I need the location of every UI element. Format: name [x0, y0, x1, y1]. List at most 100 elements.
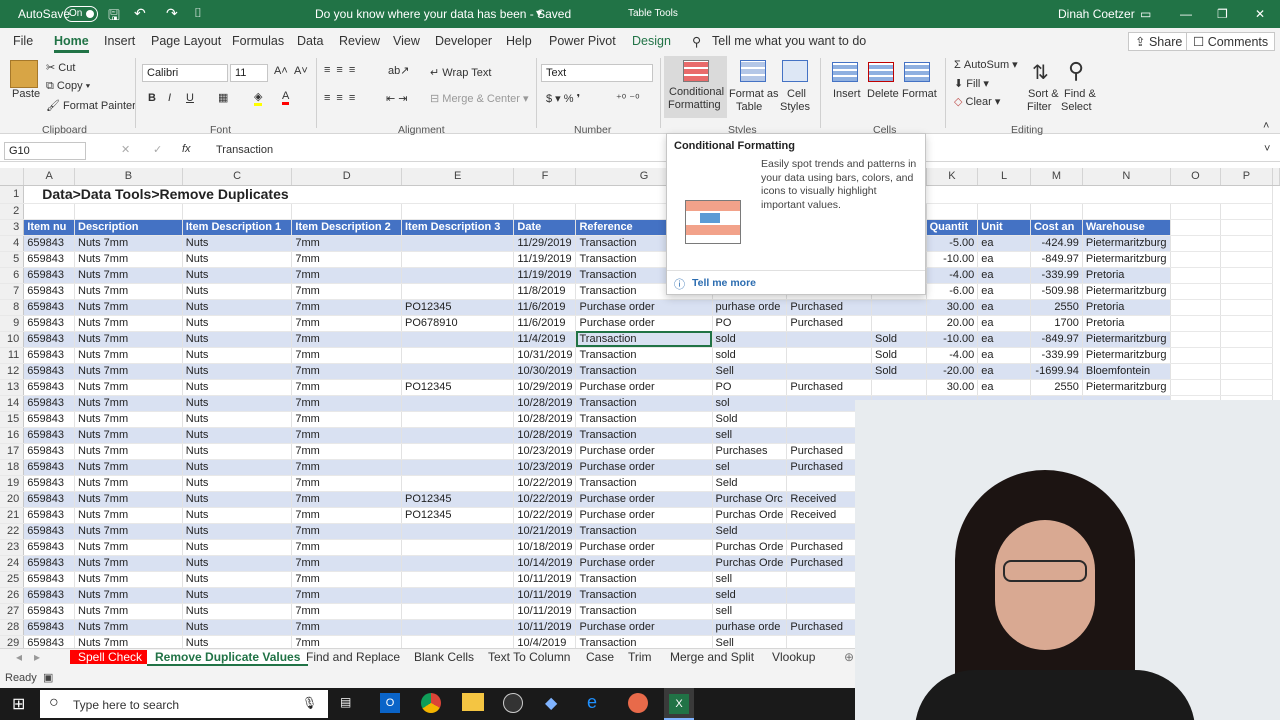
table-cell[interactable]: Nuts 7mm [74, 363, 183, 380]
table-cell[interactable]: PO12345 [401, 507, 515, 524]
formula-input[interactable]: Transaction [216, 144, 273, 156]
table-cell[interactable] [786, 347, 873, 364]
grid-cell[interactable] [74, 203, 183, 220]
table-cell[interactable]: 10/28/2019 [513, 411, 577, 428]
grid-cell[interactable] [1220, 331, 1274, 348]
table-cell[interactable]: 7mm [291, 395, 402, 412]
table-cell[interactable]: 659843 [23, 475, 75, 492]
row-header[interactable]: 3 [0, 219, 25, 236]
ribbon-display-icon[interactable]: ▭ [1140, 7, 1151, 21]
table-cell[interactable] [401, 267, 515, 284]
table-cell[interactable] [401, 331, 515, 348]
table-cell[interactable]: 659843 [23, 443, 75, 460]
table-cell[interactable]: Nuts [182, 603, 293, 620]
grid-cell[interactable] [1220, 251, 1274, 268]
table-cell[interactable]: Nuts [182, 379, 293, 396]
row-header[interactable]: 16 [0, 427, 25, 444]
column-header[interactable]: B [74, 168, 183, 186]
table-cell[interactable]: Purchase order [575, 459, 713, 476]
underline-button[interactable]: U [186, 92, 194, 104]
wrap-text-button[interactable]: ↵ Wrap Text [430, 66, 491, 79]
table-cell[interactable]: Nuts 7mm [74, 395, 183, 412]
sheet-tab-spell-check[interactable]: Spell Check [70, 650, 151, 664]
table-cell[interactable]: 11/8/2019 [513, 283, 577, 300]
column-header[interactable]: K [926, 168, 979, 186]
cancel-icon[interactable]: ✕ [121, 143, 130, 156]
table-cell[interactable]: 7mm [291, 491, 402, 508]
table-cell[interactable]: 7mm [291, 443, 402, 460]
format-as-table-label-1[interactable]: Format as [729, 88, 779, 100]
table-cell[interactable]: Nuts 7mm [74, 299, 183, 316]
table-cell[interactable]: 659843 [23, 395, 75, 412]
table-cell[interactable]: Nuts 7mm [74, 251, 183, 268]
table-cell[interactable]: sell [712, 571, 788, 588]
table-cell[interactable]: purhase orde [712, 299, 788, 316]
table-cell[interactable]: sel [712, 459, 788, 476]
column-header[interactable]: M [1030, 168, 1083, 186]
table-cell[interactable]: PO12345 [401, 299, 515, 316]
table-cell[interactable]: Nuts 7mm [74, 587, 183, 604]
table-cell[interactable]: Nuts 7mm [74, 443, 183, 460]
table-cell[interactable]: purhase orde [712, 619, 788, 636]
table-cell[interactable]: Nuts [182, 587, 293, 604]
table-cell[interactable]: ea [977, 347, 1031, 364]
table-cell[interactable]: Nuts 7mm [74, 507, 183, 524]
delete-cells-button[interactable]: Delete [867, 88, 899, 100]
column-header[interactable]: N [1082, 168, 1171, 186]
table-cell[interactable]: 659843 [23, 619, 75, 636]
table-cell[interactable] [786, 331, 873, 348]
column-header[interactable]: F [513, 168, 577, 186]
sheet-tab-vlookup[interactable]: Vlookup [768, 650, 819, 664]
table-cell[interactable]: Nuts 7mm [74, 315, 183, 332]
table-cell[interactable]: 11/19/2019 [513, 251, 577, 268]
enter-icon[interactable]: ✓ [153, 143, 162, 156]
grid-cell[interactable] [182, 203, 293, 220]
table-cell[interactable]: 2550 [1030, 299, 1083, 316]
row-header[interactable]: 12 [0, 363, 25, 380]
table-cell[interactable]: 10/21/2019 [513, 523, 577, 540]
table-cell[interactable]: Nuts [182, 507, 293, 524]
table-header-cell[interactable]: Quantit [926, 219, 979, 236]
table-cell[interactable]: 659843 [23, 363, 75, 380]
table-cell[interactable]: 659843 [23, 539, 75, 556]
sheet-tab-case[interactable]: Case [582, 650, 618, 664]
tab-insert[interactable]: Insert [104, 34, 135, 48]
title-dropdown-icon[interactable]: ▾ [536, 6, 542, 20]
table-cell[interactable]: Sell [712, 635, 788, 648]
table-cell[interactable]: PO12345 [401, 491, 515, 508]
format-cells-button[interactable]: Format [902, 88, 937, 100]
table-cell[interactable]: ea [977, 363, 1031, 380]
table-cell[interactable]: 7mm [291, 235, 402, 252]
format-painter-button[interactable]: 🖌 Format Painter [46, 99, 136, 112]
format-as-table-label-2[interactable]: Table [736, 101, 762, 113]
table-cell[interactable]: seld [712, 587, 788, 604]
table-cell[interactable]: Nuts [182, 395, 293, 412]
table-cell[interactable]: 10/31/2019 [513, 347, 577, 364]
grid-cell[interactable] [1170, 251, 1221, 268]
table-cell[interactable]: Pietermaritzburg [1082, 347, 1171, 364]
table-cell[interactable]: 659843 [23, 523, 75, 540]
table-cell[interactable]: Transaction [575, 347, 713, 364]
table-cell[interactable]: -509.98 [1030, 283, 1083, 300]
macro-record-icon[interactable]: ▣ [43, 671, 53, 684]
table-cell[interactable]: Nuts [182, 267, 293, 284]
table-cell[interactable]: Nuts [182, 491, 293, 508]
table-cell[interactable]: 7mm [291, 331, 402, 348]
table-cell[interactable]: -5.00 [926, 235, 979, 252]
next-sheet-icon[interactable]: ▸ [30, 650, 44, 664]
table-cell[interactable]: Nuts [182, 363, 293, 380]
table-cell[interactable]: Purchase Orc [712, 491, 788, 508]
table-cell[interactable]: 10/22/2019 [513, 507, 577, 524]
table-cell[interactable]: Nuts 7mm [74, 539, 183, 556]
table-cell[interactable]: Nuts [182, 299, 293, 316]
taskbar-search-box[interactable]: ○ Type here to search 🎙 [40, 690, 328, 718]
tell-me-box[interactable]: Tell me what you want to do [712, 34, 866, 48]
grid-cell[interactable] [926, 203, 979, 220]
table-cell[interactable]: 7mm [291, 315, 402, 332]
sheet-tab-text-to-column[interactable]: Text To Column [484, 650, 574, 664]
paste-icon[interactable] [10, 60, 38, 88]
table-cell[interactable]: Purchase order [575, 491, 713, 508]
comments-button[interactable]: ☐ Comments [1186, 32, 1276, 51]
table-cell[interactable]: 659843 [23, 571, 75, 588]
table-cell[interactable]: 11/4/2019 [513, 331, 577, 348]
